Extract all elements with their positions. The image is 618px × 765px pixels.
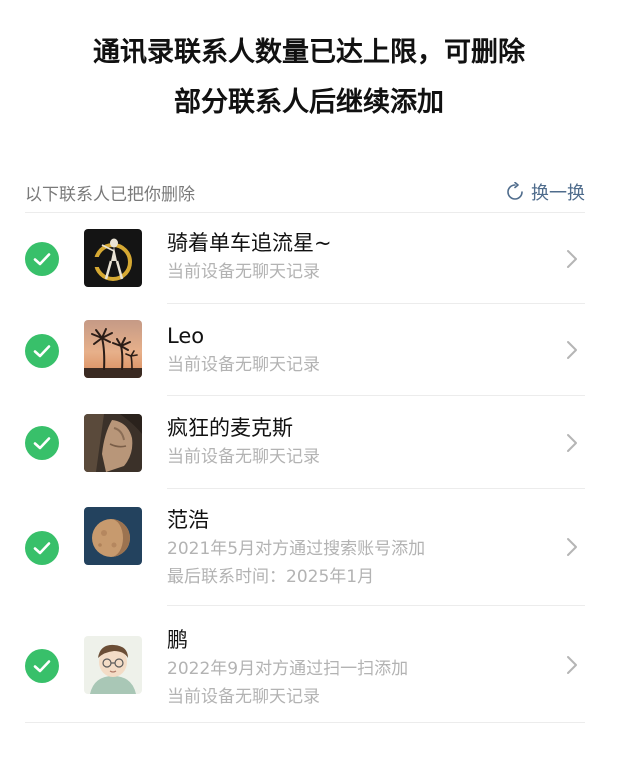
contact-name: 鹏 [167, 628, 188, 652]
chevron-right-icon [567, 434, 577, 452]
contact-info: 骑着单车追流星~ 当前设备无聊天记录 [167, 228, 547, 286]
contact-info: Leo 当前设备无聊天记录 [167, 321, 547, 379]
avatar [84, 229, 142, 287]
contact-row[interactable]: 骑着单车追流星~ 当前设备无聊天记录 [0, 213, 618, 304]
contact-name: 疯狂的麦克斯 [167, 416, 293, 440]
chevron-right-icon [567, 250, 577, 268]
contact-name: 骑着单车追流星~ [167, 231, 332, 255]
refresh-label: 换一换 [531, 183, 585, 204]
check-icon[interactable] [25, 242, 59, 276]
avatar [84, 636, 142, 694]
avatar [84, 414, 142, 472]
contact-info: 鹏 2022年9月对方通过扫一扫添加 当前设备无聊天记录 [167, 625, 547, 711]
avatar [84, 507, 142, 565]
divider [25, 722, 585, 723]
page-title-line-2: 部分联系人后继续添加 [174, 87, 444, 118]
contact-last-contact: 最后联系时间：2025年1月 [167, 567, 375, 587]
contact-row[interactable]: 范浩 2021年5月对方通过搜索账号添加 最后联系时间：2025年1月 [0, 489, 618, 606]
contact-status: 当前设备无聊天记录 [167, 355, 320, 375]
section-label: 以下联系人已把你删除 [25, 185, 195, 205]
check-icon[interactable] [25, 531, 59, 565]
contact-status: 当前设备无聊天记录 [167, 262, 320, 282]
refresh-button[interactable]: 换一换 [505, 178, 585, 206]
chevron-right-icon [567, 341, 577, 359]
contact-row[interactable]: 鹏 2022年9月对方通过扫一扫添加 当前设备无聊天记录 [0, 606, 618, 723]
contact-info: 疯狂的麦克斯 当前设备无聊天记录 [167, 413, 547, 471]
contact-add-source: 2021年5月对方通过搜索账号添加 [167, 539, 426, 559]
page-title-line-1: 通讯录联系人数量已达上限，可删除 [93, 37, 525, 68]
page-title: 通讯录联系人数量已达上限，可删除 部分联系人后继续添加 [0, 28, 618, 128]
refresh-icon [505, 181, 525, 202]
check-icon[interactable] [25, 334, 59, 368]
avatar [84, 320, 142, 378]
check-icon[interactable] [25, 649, 59, 683]
chevron-right-icon [567, 538, 577, 556]
contact-name: 范浩 [167, 508, 209, 532]
contact-row[interactable]: 疯狂的麦克斯 当前设备无聊天记录 [0, 396, 618, 489]
contact-info: 范浩 2021年5月对方通过搜索账号添加 最后联系时间：2025年1月 [167, 505, 547, 591]
contact-add-source: 2022年9月对方通过扫一扫添加 [167, 659, 409, 679]
section-header: 以下联系人已把你删除 换一换 [25, 178, 585, 206]
contact-status: 当前设备无聊天记录 [167, 447, 320, 467]
contact-status: 当前设备无聊天记录 [167, 687, 320, 707]
chevron-right-icon [567, 656, 577, 674]
contact-row[interactable]: Leo 当前设备无聊天记录 [0, 304, 618, 396]
contact-name: Leo [167, 324, 205, 348]
check-icon[interactable] [25, 426, 59, 460]
